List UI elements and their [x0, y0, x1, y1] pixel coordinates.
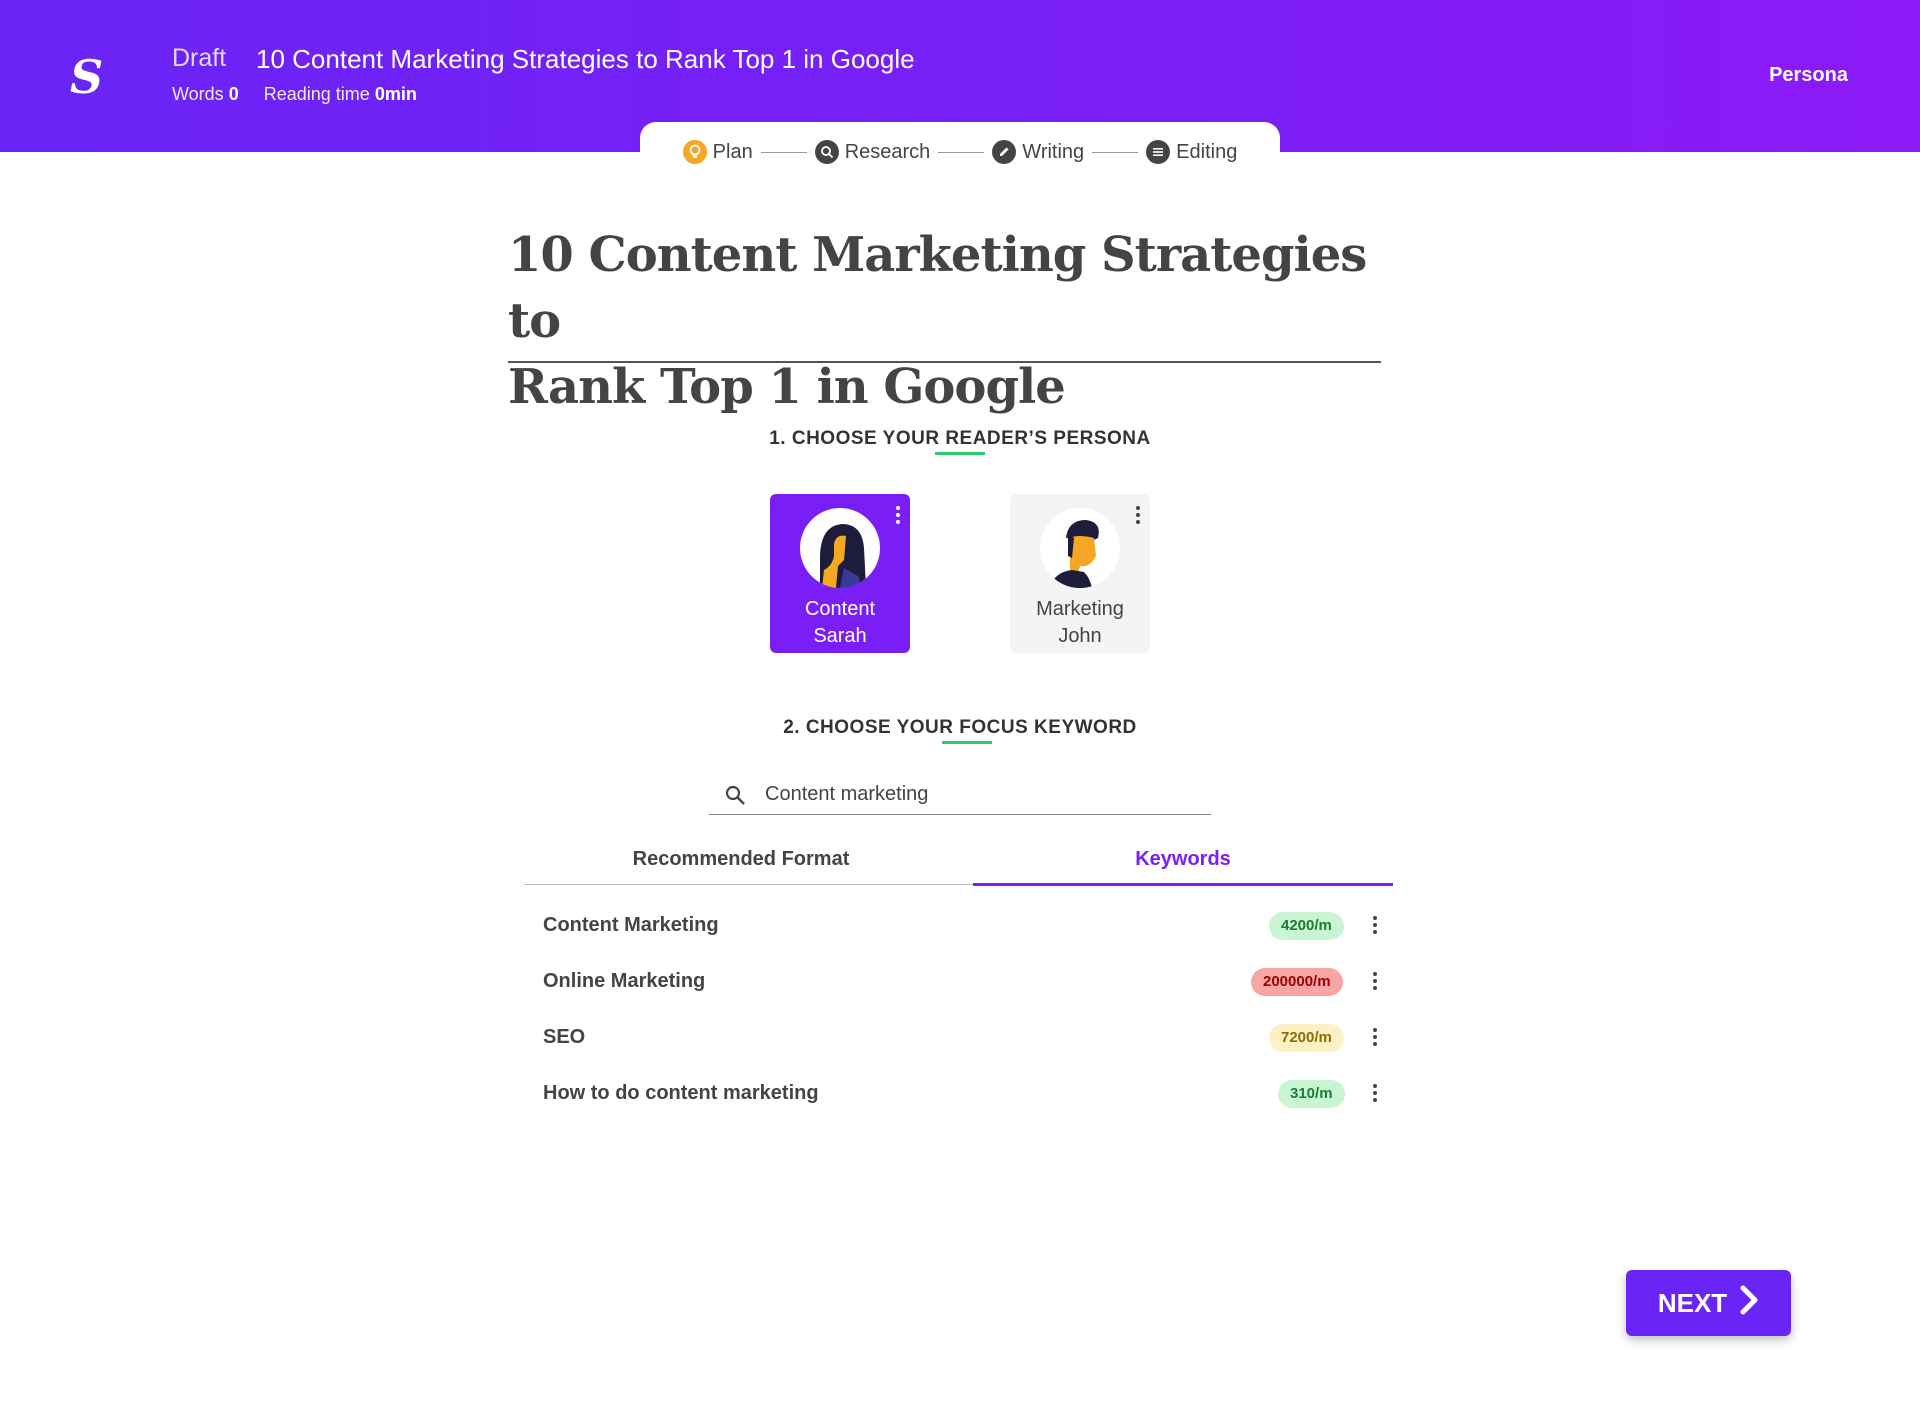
progress-stepper: Plan Research Writing Editing — [640, 122, 1280, 182]
article-title-line2: Rank Top 1 in Google — [508, 359, 1066, 415]
persona-section-title: 1. CHOOSE YOUR READER’S PERSONA — [769, 428, 1151, 449]
avatar-sarah — [800, 508, 880, 588]
step-research[interactable]: Research — [814, 140, 931, 164]
keyword-row[interactable]: Content Marketing 4200/m — [543, 906, 1393, 946]
section-title-accent — [942, 741, 992, 744]
lightbulb-icon — [682, 140, 707, 164]
keyword-name: SEO — [543, 1026, 586, 1048]
persona-name: Marketing John — [1010, 596, 1150, 650]
document-title: 10 Content Marketing Strategies to Rank … — [256, 44, 915, 74]
step-plan-label: Plan — [712, 140, 753, 163]
section-title-accent — [935, 452, 985, 455]
tab-recommended-format[interactable]: Recommended Format — [524, 842, 958, 884]
persona-more-icon[interactable] — [1136, 506, 1140, 524]
keyword-row[interactable]: Online Marketing 200000/m — [543, 962, 1393, 1002]
step-editing[interactable]: Editing — [1146, 140, 1237, 164]
search-icon — [814, 140, 839, 164]
words-label: Words — [172, 84, 224, 104]
article-title-line1: 10 Content Marketing Strategies to — [508, 227, 1367, 349]
keyword-search — [709, 776, 1211, 815]
step-writing[interactable]: Writing — [992, 140, 1084, 164]
keyword-row[interactable]: How to do content marketing 310/m — [543, 1074, 1393, 1114]
next-button-label: NEXT — [1657, 1287, 1728, 1318]
pencil-icon — [992, 140, 1017, 164]
keyword-search-input[interactable] — [763, 778, 1207, 810]
persona-name: Content Sarah — [770, 596, 910, 650]
avatar-john — [1040, 508, 1120, 588]
persona-name-line1: Content — [804, 598, 876, 620]
keyword-tabs: Recommended Format Keywords — [524, 842, 1393, 886]
volume-badge: 7200/m — [1269, 1024, 1344, 1052]
persona-more-icon[interactable] — [896, 506, 900, 524]
more-icon[interactable] — [1373, 1028, 1377, 1046]
step-editing-label: Editing — [1176, 140, 1238, 163]
search-icon — [723, 783, 747, 812]
more-icon[interactable] — [1373, 972, 1377, 990]
article-title[interactable]: 10 Content Marketing Strategies to Rank … — [508, 222, 1378, 420]
words-count: 0 — [228, 84, 239, 104]
persona-name-line1: Marketing — [1036, 598, 1124, 620]
app-logo[interactable]: S — [70, 52, 104, 102]
keyword-row[interactable]: SEO 7200/m — [543, 1018, 1393, 1058]
draft-status: Draft — [172, 44, 227, 72]
persona-name-line2: Sarah — [813, 625, 867, 647]
reading-time-label: Reading time — [263, 84, 370, 104]
step-connector — [938, 151, 985, 153]
keyword-section-title: 2. CHOOSE YOUR FOCUS KEYWORD — [783, 717, 1137, 738]
keyword-name: Online Marketing — [543, 970, 706, 992]
keyword-name: How to do content marketing — [543, 1082, 819, 1104]
reading-time-value: 0min — [374, 84, 417, 104]
persona-card-marketing-john[interactable]: Marketing John — [1010, 494, 1150, 653]
keyword-name: Content Marketing — [543, 914, 719, 936]
step-research-label: Research — [844, 140, 931, 163]
document-meta: Words 0 Reading time 0min — [172, 84, 417, 105]
step-writing-label: Writing — [1022, 140, 1085, 163]
volume-badge: 4200/m — [1269, 912, 1344, 940]
chevron-right-icon — [1739, 1285, 1759, 1322]
title-divider — [508, 361, 1381, 363]
volume-badge: 200000/m — [1251, 968, 1343, 996]
more-icon[interactable] — [1373, 1084, 1377, 1102]
tab-keywords[interactable]: Keywords — [973, 842, 1393, 886]
persona-name-line2: John — [1058, 625, 1102, 647]
step-connector — [760, 151, 807, 153]
volume-badge: 310/m — [1278, 1080, 1345, 1108]
step-connector — [1092, 151, 1139, 153]
step-plan[interactable]: Plan — [682, 140, 753, 164]
editing-icon — [1146, 140, 1171, 164]
persona-card-content-sarah[interactable]: Content Sarah — [770, 494, 910, 653]
more-icon[interactable] — [1373, 916, 1377, 934]
persona-link[interactable]: Persona — [1769, 64, 1848, 87]
next-button[interactable]: NEXT — [1626, 1270, 1791, 1336]
